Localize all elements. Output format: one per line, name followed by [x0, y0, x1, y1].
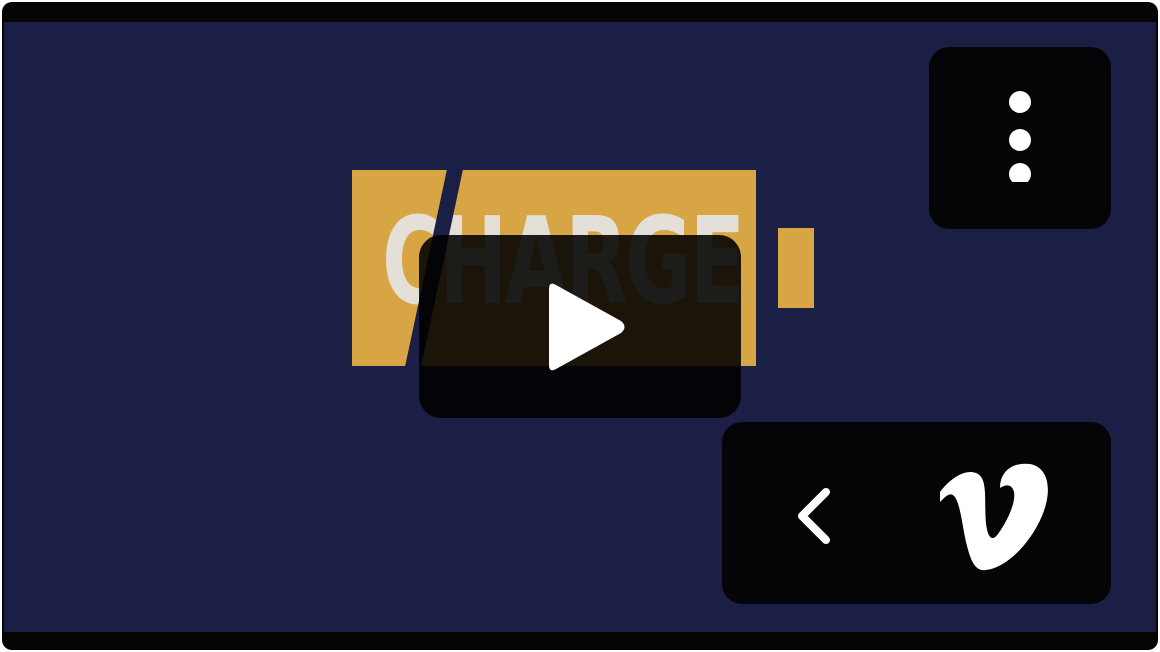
back-button[interactable]: [770, 458, 880, 568]
video-player: CHARGE: [2, 2, 1158, 650]
control-bar: [722, 422, 1111, 604]
play-icon: [549, 283, 625, 371]
vimeo-icon[interactable]: [934, 462, 1052, 572]
more-options-button[interactable]: [929, 47, 1111, 229]
play-button[interactable]: [419, 235, 741, 418]
chevron-left-icon: [798, 488, 830, 544]
battery-tip: [778, 228, 814, 308]
more-vertical-icon: [1009, 91, 1031, 182]
